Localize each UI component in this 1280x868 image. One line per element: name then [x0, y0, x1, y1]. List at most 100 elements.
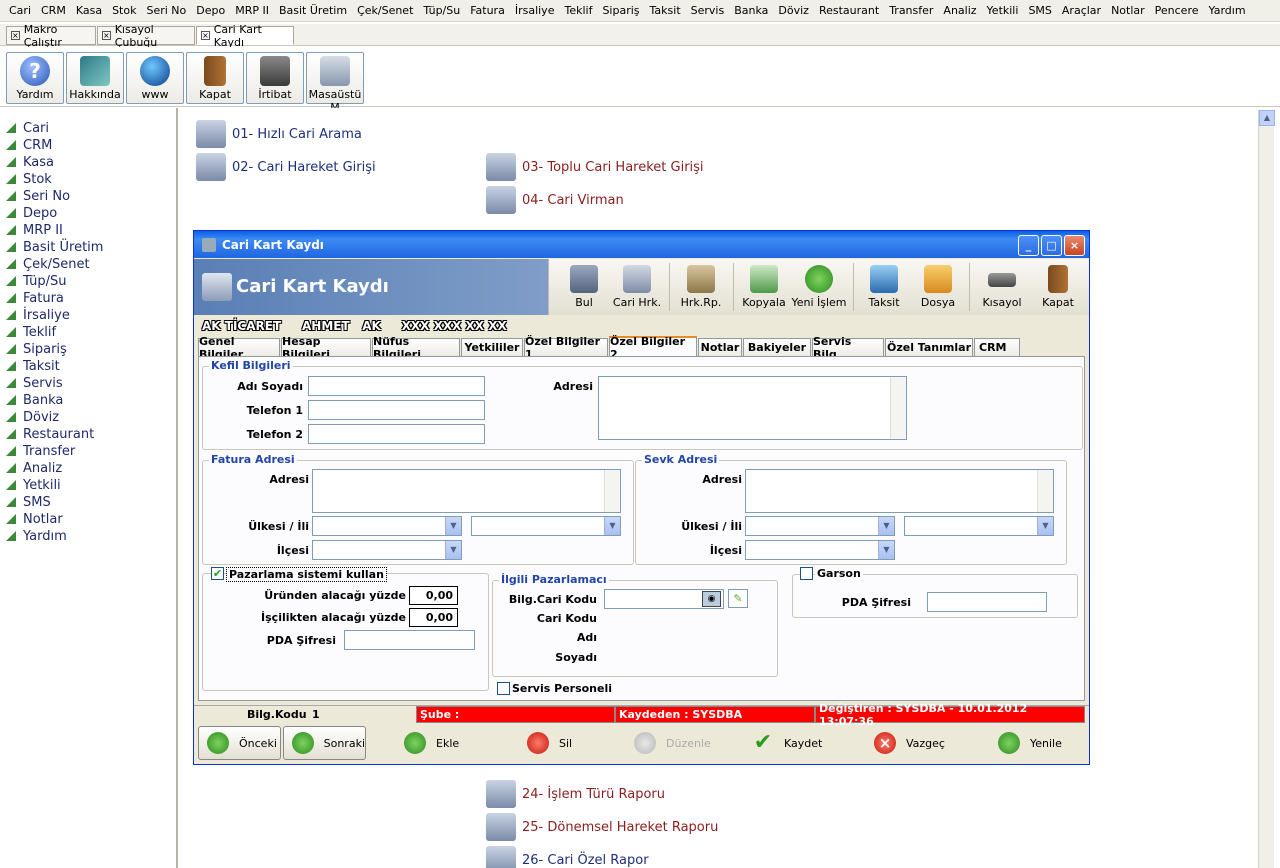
- cari-hrk-button[interactable]: Cari Hrk.: [611, 265, 663, 309]
- shortcut-cari-hareket-girisi[interactable]: 02- Cari Hareket Girişi: [196, 153, 376, 181]
- dialog-titlebar[interactable]: Cari Kart Kaydı: [194, 231, 1089, 258]
- file-button[interactable]: Dosya: [913, 265, 963, 309]
- shortcut-button[interactable]: Kısayol: [975, 265, 1029, 309]
- fatura-city-select[interactable]: ▼: [471, 516, 621, 536]
- save-button[interactable]: ✔ Kaydet: [752, 726, 852, 760]
- garson-checkbox-label[interactable]: Garson: [815, 567, 863, 580]
- menu-siparis[interactable]: Sipariş: [597, 4, 644, 17]
- shortcut-toplu-cari-hareket[interactable]: 03- Toplu Cari Hareket Girişi: [486, 153, 704, 181]
- sidebar-item-tup-su[interactable]: Tüp/Su: [6, 273, 67, 289]
- menu-tup-su[interactable]: Tüp/Su: [418, 4, 465, 17]
- menu-notlar[interactable]: Notlar: [1106, 4, 1150, 17]
- window-tab-kisayol[interactable]: × Kısayol Çubuğu: [97, 23, 195, 49]
- sidebar-item-siparis[interactable]: Sipariş: [6, 341, 67, 357]
- menu-sms[interactable]: SMS: [1023, 4, 1056, 17]
- sidebar-item-transfer[interactable]: Transfer: [6, 443, 75, 459]
- sidebar-item-crm[interactable]: CRM: [6, 137, 52, 153]
- camera-icon[interactable]: ◉: [702, 591, 721, 607]
- kefil-address-textarea[interactable]: [598, 376, 907, 440]
- servis-personeli-checkbox[interactable]: [497, 682, 510, 695]
- chevron-down-icon[interactable]: ▼: [445, 517, 461, 535]
- close-icon[interactable]: ×: [11, 31, 20, 40]
- sevk-district-select[interactable]: ▼: [745, 540, 895, 560]
- menu-seri-no[interactable]: Seri No: [141, 4, 191, 17]
- tab-crm[interactable]: CRM: [974, 338, 1020, 356]
- menu-yardim[interactable]: Yardım: [1204, 4, 1251, 17]
- next-button[interactable]: Sonraki: [283, 726, 366, 760]
- menu-yetkili[interactable]: Yetkili: [982, 4, 1024, 17]
- sevk-address-textarea[interactable]: [745, 469, 1054, 513]
- sidebar-item-analiz[interactable]: Analiz: [6, 460, 62, 476]
- refresh-button[interactable]: Yenile: [998, 726, 1083, 760]
- window-tab-cari-kart[interactable]: × Cari Kart Kaydı: [196, 23, 294, 49]
- textarea-scrollbar[interactable]: [604, 470, 620, 512]
- sidebar-item-irsaliye[interactable]: İrsaliye: [6, 307, 70, 323]
- sidebar-item-stok[interactable]: Stok: [6, 171, 52, 187]
- close-dialog-button[interactable]: Kapat: [1033, 265, 1083, 309]
- sidebar-item-depo[interactable]: Depo: [6, 205, 57, 221]
- about-button[interactable]: Hakkında: [66, 52, 124, 104]
- menu-transfer[interactable]: Transfer: [884, 4, 938, 17]
- shortcut-hizli-cari-arama[interactable]: 01- Hızlı Cari Arama: [196, 120, 362, 148]
- menu-analiz[interactable]: Analiz: [938, 4, 981, 17]
- new-entry-button[interactable]: Yeni İşlem: [791, 265, 847, 309]
- fatura-country-select[interactable]: ▼: [312, 516, 462, 536]
- scroll-up-icon[interactable]: ▲: [1259, 110, 1275, 126]
- shortcut-cari-ozel-rapor[interactable]: 26- Cari Özel Rapor: [486, 846, 649, 868]
- sidebar-item-kasa[interactable]: Kasa: [6, 154, 54, 170]
- menu-servis[interactable]: Servis: [686, 4, 730, 17]
- tab-hesap-bilgileri[interactable]: Hesap Bilgileri: [281, 335, 371, 361]
- desktop-button[interactable]: Masaüstü M: [306, 52, 364, 114]
- pazarlama-pda-input[interactable]: [344, 630, 475, 650]
- sidebar-item-restaurant[interactable]: Restaurant: [6, 426, 94, 442]
- kefil-name-input[interactable]: [308, 376, 485, 396]
- tab-notlar[interactable]: Notlar: [698, 338, 742, 356]
- menu-mrp[interactable]: MRP II: [230, 4, 274, 17]
- sidebar-item-cek-senet[interactable]: Çek/Senet: [6, 256, 90, 272]
- sidebar-item-basit-uretim[interactable]: Basit Üretim: [6, 239, 103, 255]
- sidebar-item-yetkili[interactable]: Yetkili: [6, 477, 61, 493]
- tab-ozel-bilgiler-2[interactable]: Özel Bilgiler 2: [609, 335, 697, 361]
- chevron-down-icon[interactable]: ▼: [878, 541, 894, 559]
- pazarlama-checkbox[interactable]: ✔: [211, 567, 224, 580]
- fatura-district-select[interactable]: ▼: [312, 540, 462, 560]
- sidebar-item-seri-no[interactable]: Seri No: [6, 188, 70, 204]
- find-button[interactable]: Bul: [559, 265, 609, 309]
- close-window-icon[interactable]: ×: [1064, 235, 1085, 256]
- menu-kasa[interactable]: Kasa: [71, 4, 107, 17]
- menu-banka[interactable]: Banka: [729, 4, 773, 17]
- menu-restaurant[interactable]: Restaurant: [814, 4, 884, 17]
- sevk-city-select[interactable]: ▼: [904, 516, 1054, 536]
- vertical-scrollbar[interactable]: ▲: [1258, 110, 1275, 868]
- previous-button[interactable]: Önceki: [198, 726, 281, 760]
- fatura-address-textarea[interactable]: [312, 469, 621, 513]
- cancel-button[interactable]: × Vazgeç: [874, 726, 974, 760]
- pazarlama-checkbox-label[interactable]: Pazarlama sistemi kullan: [226, 567, 387, 582]
- sidebar-item-teklif[interactable]: Teklif: [6, 324, 56, 340]
- installment-button[interactable]: Taksit: [859, 265, 909, 309]
- tab-genel-bilgiler[interactable]: Genel Bilgiler: [198, 335, 280, 361]
- sidebar-item-mrp[interactable]: MRP II: [6, 222, 63, 238]
- sidebar-item-cari[interactable]: Cari: [6, 120, 49, 136]
- menu-fatura[interactable]: Fatura: [465, 4, 510, 17]
- menu-cari[interactable]: Cari: [4, 4, 36, 17]
- kefil-phone1-input[interactable]: [308, 400, 485, 420]
- shortcut-cari-virman[interactable]: 04- Cari Virman: [486, 186, 624, 214]
- copy-button[interactable]: Kopyala: [739, 265, 789, 309]
- menu-basit-uretim[interactable]: Basit Üretim: [274, 4, 352, 17]
- menu-crm[interactable]: CRM: [36, 4, 71, 17]
- menu-teklif[interactable]: Teklif: [559, 4, 597, 17]
- chevron-down-icon[interactable]: ▼: [1037, 517, 1053, 535]
- menu-pencere[interactable]: Pencere: [1150, 4, 1204, 17]
- menu-stok[interactable]: Stok: [107, 4, 141, 17]
- chevron-down-icon[interactable]: ▼: [445, 541, 461, 559]
- menu-taksit[interactable]: Taksit: [645, 4, 686, 17]
- edit-button[interactable]: Düzenle: [634, 726, 734, 760]
- textarea-scrollbar[interactable]: [890, 377, 906, 439]
- hrk-rp-button[interactable]: Hrk.Rp.: [675, 265, 727, 309]
- window-tab-makro[interactable]: × Makro Çalıştır: [6, 23, 96, 49]
- menu-cek-senet[interactable]: Çek/Senet: [352, 4, 418, 17]
- sidebar-item-fatura[interactable]: Fatura: [6, 290, 64, 306]
- help-button[interactable]: ? Yardım: [6, 52, 64, 104]
- maximize-icon[interactable]: □: [1041, 235, 1062, 256]
